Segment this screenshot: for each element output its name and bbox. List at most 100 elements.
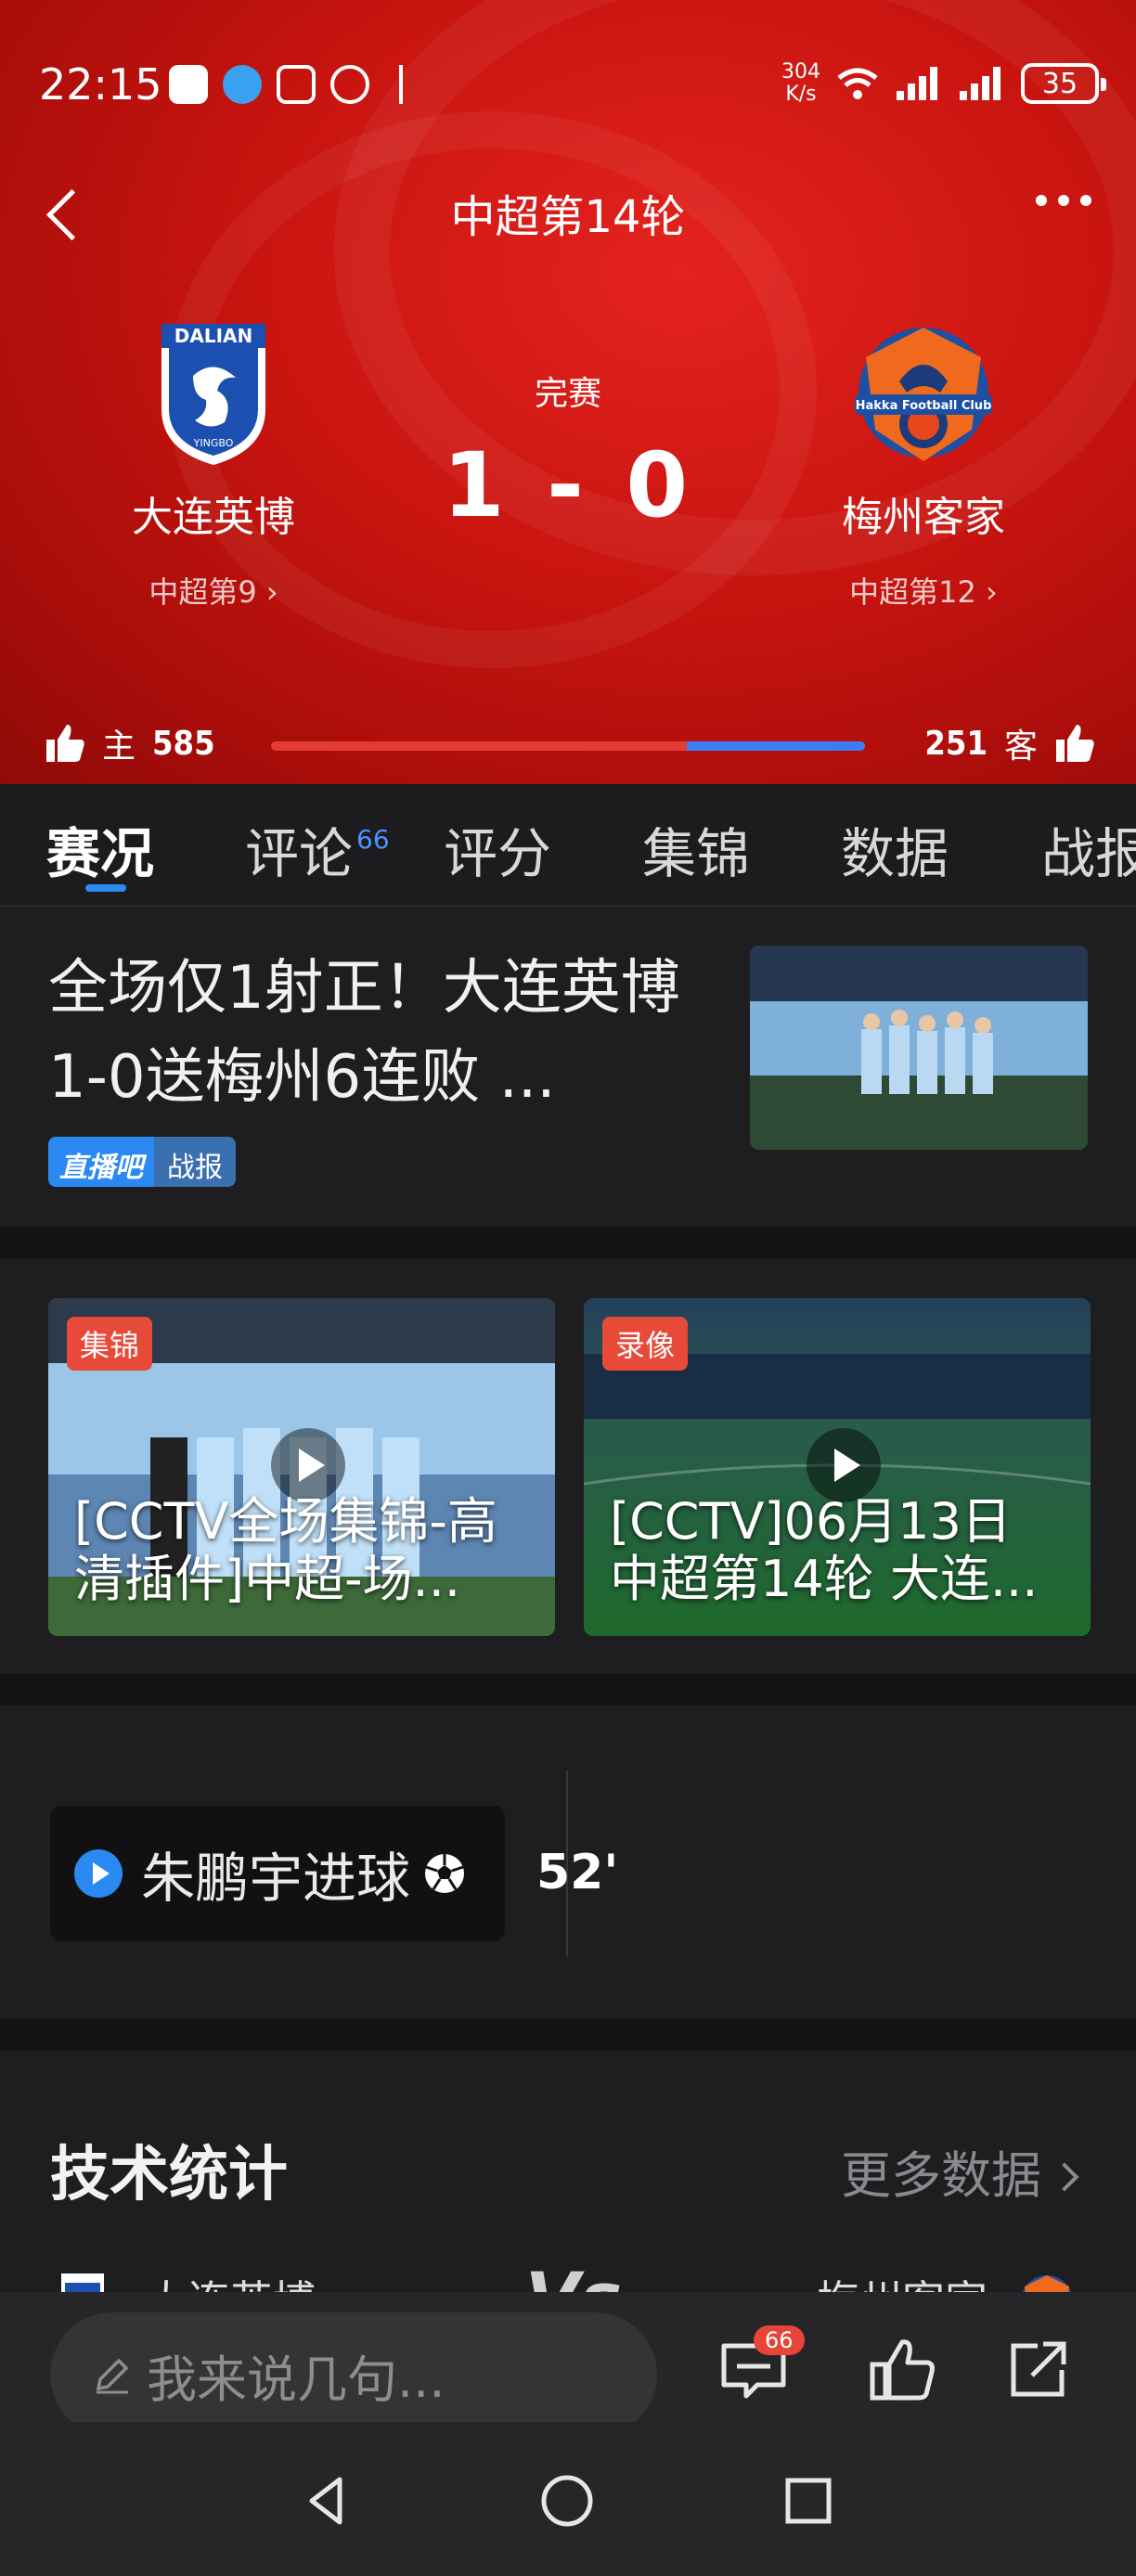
battery-indicator: 35 (1021, 63, 1106, 104)
section-divider (0, 1674, 1136, 1706)
vs-label: Vs (525, 2257, 622, 2292)
share-icon[interactable] (1000, 2333, 1075, 2407)
tab-label: 集锦 (642, 822, 751, 885)
section-tabs: 赛况 评论66 评分 集锦 数据 战报 (0, 784, 1136, 907)
signal-icon (897, 67, 937, 100)
home-crest-sub: YINGBO (193, 437, 234, 449)
goal-event[interactable]: 朱鹏宇进球 (50, 1806, 505, 1941)
home-team[interactable]: DALIAN YINGBO 大连英博 中超第9 › (74, 320, 353, 612)
video-badge: 录像 (602, 1317, 689, 1371)
away-team-name: 梅州客家 (817, 2268, 988, 2292)
net-speed-value: 304 (781, 60, 820, 84)
news-headline: 全场仅1射正！大连英博1-0送梅州6连败 ... (48, 954, 680, 1112)
match-score: 1 - 0 (442, 433, 694, 537)
tab-comments[interactable]: 评论 66 (245, 810, 390, 888)
away-support-fill (687, 741, 865, 751)
away-support-label: 客 (1003, 728, 1038, 766)
nav-recent-icon[interactable] (776, 2468, 841, 2533)
top-navigation: 中超第14轮 (0, 176, 1136, 251)
more-dots-icon[interactable] (1036, 195, 1091, 206)
tab-data[interactable]: 数据 (841, 810, 949, 888)
away-team-name: 梅州客家 (842, 494, 1005, 541)
event-text: 朱鹏宇进球 (141, 1847, 411, 1910)
home-support-label: 主 (102, 728, 136, 766)
away-support-count: 251 (924, 724, 988, 763)
home-team-name: 大连英博 (132, 494, 295, 541)
support-bar: 主 585 251 客 (0, 719, 1136, 775)
thumb-up-icon[interactable] (865, 2333, 939, 2407)
tab-report[interactable]: 战报 (1041, 810, 1136, 888)
score-board: 完赛 1 - 0 (371, 367, 765, 537)
home-crest-text: DALIAN (174, 325, 252, 347)
home-team-crest (61, 2273, 104, 2292)
net-speed: 304 K/s (781, 61, 820, 106)
tab-label: 数据 (841, 822, 949, 885)
system-navigation (0, 2422, 1136, 2576)
more-data-label: 更多数据 (841, 2146, 1041, 2205)
more-data-link[interactable]: 更多数据 (841, 2134, 1075, 2208)
comment-placeholder: 我来说几句... (147, 2350, 445, 2409)
battery-level: 35 (1041, 67, 1078, 100)
play-icon[interactable] (271, 1428, 345, 1502)
news-source: 直播吧 (48, 1137, 154, 1187)
nfc-icon (277, 65, 316, 104)
event-minute: 52' (536, 1845, 619, 1900)
video-card[interactable]: 录像 [CCTV]06月13日 中超第14轮 大连... (584, 1298, 1091, 1636)
away-crest-text: Hakka Football Club (856, 399, 992, 413)
net-speed-unit: K/s (785, 83, 817, 106)
tab-ratings[interactable]: 评分 (444, 810, 551, 888)
play-icon (74, 1849, 123, 1898)
home-rank-text: 中超第9 (148, 574, 257, 610)
news-thumbnail-image (750, 946, 1088, 1150)
section-divider (0, 1227, 1136, 1259)
match-header: 22:15 304 K/s 35 中超第14轮 DALIAN YINGBO 大连… (0, 0, 1136, 784)
away-support[interactable]: 251 客 (924, 719, 1095, 767)
notification-icons (169, 65, 403, 104)
away-rank-text: 中超第12 (849, 574, 976, 610)
alarm-icon (330, 65, 369, 104)
home-support-count: 585 (152, 724, 215, 763)
tab-highlights[interactable]: 集锦 (642, 810, 750, 888)
home-team-rank[interactable]: 中超第9 › (74, 569, 353, 612)
news-card[interactable]: 全场仅1射正！大连英博1-0送梅州6连败 ... 直播吧 战报 (0, 907, 1136, 1227)
signal-icon (960, 67, 1000, 100)
match-status: 完赛 (534, 375, 601, 413)
match-events: 朱鹏宇进球 52' (0, 1706, 1136, 2019)
play-icon[interactable] (807, 1428, 881, 1502)
tab-label: 评论 (245, 822, 354, 885)
pencil-icon (96, 2358, 129, 2394)
video-title: [CCTV全场集锦-高清插件]中超-场... (74, 1493, 497, 1608)
chevron-right-icon: › (975, 574, 998, 610)
status-time: 22:15 (39, 59, 162, 109)
home-support[interactable]: 主 585 (45, 719, 215, 767)
bluetooth-icon (384, 65, 403, 104)
away-team-crest (1022, 2275, 1072, 2292)
thumb-up-icon (1056, 725, 1094, 762)
active-tab-indicator (85, 884, 126, 892)
video-badge: 集锦 (67, 1317, 153, 1371)
wifi-icon (837, 68, 878, 99)
tab-label: 评分 (444, 822, 552, 885)
comment-count-badge: 66 (754, 2325, 805, 2355)
tab-live[interactable]: 赛况 (46, 810, 154, 888)
away-team-crest: Hakka Football Club (855, 328, 992, 461)
page-title: 中超第14轮 (450, 191, 686, 243)
system-indicators: 304 K/s 35 (781, 61, 1106, 106)
section-divider (0, 2019, 1136, 2051)
away-team[interactable]: Hakka Football Club 梅州客家 中超第12 › (784, 320, 1063, 612)
comment-input[interactable]: 我来说几句... (50, 2312, 657, 2437)
nav-home-icon[interactable] (535, 2468, 600, 2533)
away-team-rank[interactable]: 中超第12 › (784, 569, 1063, 612)
chevron-right-icon: › (256, 574, 278, 610)
tab-label: 战报 (1041, 822, 1136, 885)
news-kind: 战报 (154, 1137, 236, 1187)
support-ratio-bar (271, 741, 865, 751)
video-title: [CCTV]06月13日 中超第14轮 大连... (610, 1493, 1039, 1608)
comment-count-badge: 66 (356, 824, 390, 855)
nav-back-icon[interactable] (295, 2468, 360, 2533)
status-bar: 22:15 304 K/s 35 (0, 0, 1136, 176)
home-team-name: 大连英博 (145, 2268, 316, 2292)
video-card[interactable]: 集锦 [CCTV全场集锦-高清插件]中超-场... (48, 1298, 555, 1636)
home-team-crest: DALIAN YINGBO (161, 324, 265, 465)
comment-bar: 我来说几句... 66 (0, 2292, 1136, 2437)
